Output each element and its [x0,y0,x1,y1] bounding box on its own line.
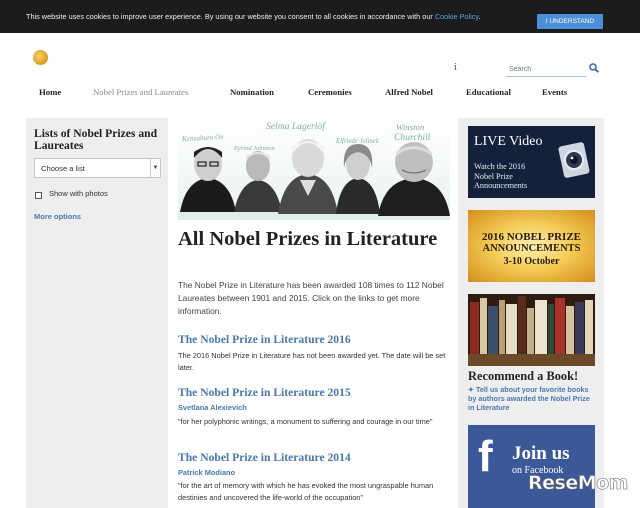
nav-alfred-nobel[interactable]: Alfred Nobel [385,87,433,97]
recommend-book-title: Recommend a Book! [468,369,579,383]
intro-text: The Nobel Prize in Literature has been a… [178,280,444,316]
nav-home[interactable]: Home [39,87,61,97]
chevron-down-icon[interactable]: ▼ [150,159,160,177]
nav-nomination[interactable]: Nomination [230,87,274,97]
announce-line-1: 2016 NOBEL PRIZE [481,231,582,243]
hero-name-churchill-first: Winston [396,122,425,132]
cookie-text: This website uses cookies to improve use… [26,12,435,21]
nobel-announcements-banner[interactable]: 2016 NOBEL PRIZE ANNOUNCEMENTS 3-10 Octo… [468,210,595,282]
cookie-period: . [478,12,481,21]
hero-name-johnson: Eyvind Johnson [234,145,275,152]
main-nav: Home Nobel Prizes and Laureates Nominati… [0,87,640,101]
books-image[interactable] [468,294,595,366]
cookie-message: This website uses cookies to improve use… [26,12,481,21]
nav-ceremonies[interactable]: Ceremonies [308,87,352,97]
live-video-subtitle: Watch the 2016 Nobel Prize Announcements [474,162,527,191]
list-select-value: Choose a list [41,163,85,173]
prize-2016-text: The 2016 Nobel Prize in Literature has n… [178,351,446,372]
live-sub-line-2: Nobel Prize [474,171,513,181]
bookshelf-image [468,294,595,366]
recommend-book-link[interactable]: ✦ Tell us about your favorite books by a… [468,385,598,412]
camera-icon [558,142,590,178]
live-sub-line-1: Watch the 2016 [474,162,526,171]
hero-name-jelinek: Elfriede Jelinek [336,138,379,145]
list-select[interactable]: Choose a list ▼ [34,158,161,178]
page-title: All Nobel Prizes in Literature [178,228,438,250]
prize-2014-motivation: "for the art of memory with which he has… [178,481,434,502]
nobel-logo[interactable] [33,50,48,65]
live-video-banner[interactable]: LIVE Video Watch the 2016 Nobel Prize An… [468,126,595,198]
facebook-icon: f [478,432,493,481]
hero-name-lagerlof: Selma Lagerlöf [266,121,325,132]
right-column: LIVE Video Watch the 2016 Nobel Prize An… [458,118,604,508]
show-with-photos-checkbox[interactable] [35,192,42,199]
hero-name-churchill-last: Churchill [394,132,431,143]
facebook-banner[interactable]: f Join us on Facebook [468,425,595,508]
live-video-title: LIVE Video [474,134,543,149]
announce-line-3: 3-10 October [503,256,560,267]
facebook-join-text: Join us [512,443,570,464]
nav-events[interactable]: Events [542,87,567,97]
live-sub-line-3: Announcements [474,181,528,190]
nav-educational[interactable]: Educational [466,87,511,97]
laureate-2015-link[interactable]: Svetlana Alexievich [178,403,247,412]
search-icon[interactable] [589,63,599,73]
laureate-2014-link[interactable]: Patrick Modiano [178,468,235,477]
prize-2014-link[interactable]: The Nobel Prize in Literature 2014 [178,451,351,464]
prize-2016-link[interactable]: The Nobel Prize in Literature 2016 [178,333,351,346]
lists-sidebar: Lists of Nobel Prizes and Laureates Choo… [26,118,168,508]
laureates-collage: Kenzaburo Oe Eyvind Johnson Selma Lagerl… [178,118,450,220]
prize-2015-link[interactable]: The Nobel Prize in Literature 2015 [178,386,351,399]
search-input[interactable] [506,62,586,77]
info-icon[interactable]: i [454,63,457,73]
cookie-policy-link[interactable]: Cookie Policy [435,12,479,21]
show-with-photos-label[interactable]: Show with photos [49,189,108,198]
sidebar-title: Lists of Nobel Prizes and Laureates [34,127,158,152]
announce-line-2: ANNOUNCEMENTS [482,243,581,254]
resemom-watermark: ReseMom [528,472,629,495]
i-understand-button[interactable]: I UNDERSTAND [537,14,603,29]
prize-2015-motivation: "for her polyphonic writings, a monument… [178,417,433,426]
more-options-link[interactable]: More options [34,212,81,221]
nav-nobel-prizes-and-laureates[interactable]: Nobel Prizes and Laureates [93,87,188,97]
